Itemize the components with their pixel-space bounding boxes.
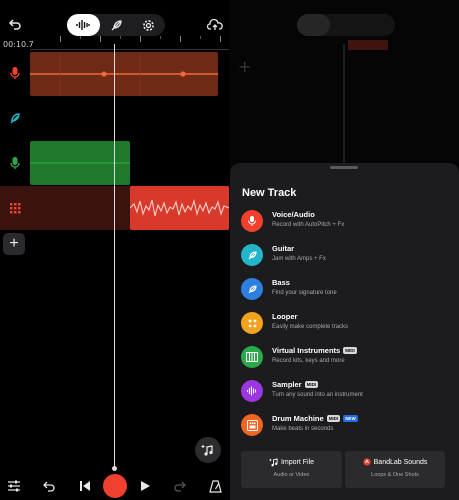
midi-badge: MIDI bbox=[304, 381, 319, 388]
track-option-sampler[interactable]: Sampler MIDI Turn any sound into an instr… bbox=[241, 378, 456, 406]
item-desc: Record kits, keys and more bbox=[272, 358, 345, 364]
guitar-icon[interactable] bbox=[0, 98, 30, 140]
instrument-clip[interactable] bbox=[30, 141, 130, 185]
bandlab-logo-icon bbox=[363, 458, 371, 466]
item-desc: Easily make complete tracks bbox=[272, 324, 349, 330]
item-title: Sampler bbox=[272, 380, 302, 389]
gear-icon bbox=[143, 19, 155, 31]
skip-back-icon[interactable] bbox=[77, 478, 93, 494]
import-file-title: Import File bbox=[280, 459, 315, 466]
item-title: Drum Machine bbox=[272, 414, 324, 423]
sheet-title: New Track bbox=[242, 187, 297, 199]
drum-machine-icon bbox=[241, 414, 263, 436]
looper-icon bbox=[241, 312, 263, 334]
track-option-guitar[interactable]: Guitar Jam with Amps + Fx bbox=[241, 242, 456, 270]
bandlab-sounds-desc: Loops & One Shots bbox=[371, 472, 419, 478]
item-desc: Jam with Amps + Fx bbox=[272, 256, 326, 262]
item-desc: Find your signature tone bbox=[272, 290, 337, 296]
mic-icon[interactable] bbox=[0, 50, 30, 96]
item-desc: Make beats in seconds bbox=[272, 426, 334, 432]
bass-icon bbox=[241, 278, 263, 300]
mic-icon[interactable] bbox=[0, 141, 30, 185]
waveform-tab[interactable] bbox=[67, 14, 100, 36]
voice-clip[interactable] bbox=[30, 52, 218, 96]
record-button[interactable] bbox=[103, 474, 127, 498]
back-icon[interactable] bbox=[6, 15, 24, 33]
bandlab-sounds-button[interactable]: BandLab Sounds Loops & One Shots bbox=[345, 451, 445, 488]
new-track-sheet: New Track Voice/Audio Record with AutoPi… bbox=[230, 163, 459, 500]
add-music-note-button[interactable] bbox=[195, 437, 221, 463]
item-title: Voice/Audio bbox=[272, 210, 315, 219]
item-title: Looper bbox=[272, 312, 298, 321]
drum-audio-clip[interactable] bbox=[130, 186, 229, 230]
item-desc: Turn any sound into an instrument bbox=[272, 392, 363, 398]
sheet-drag-handle[interactable] bbox=[330, 166, 358, 169]
dimmed-editor-background: + bbox=[230, 0, 459, 165]
item-title: Virtual Instruments bbox=[272, 346, 341, 355]
track-editor: 00:10.7 + bbox=[0, 0, 229, 500]
feather-icon bbox=[111, 19, 122, 30]
metronome-icon[interactable] bbox=[207, 478, 223, 494]
item-title: Bass bbox=[272, 278, 290, 287]
mode-switcher bbox=[67, 14, 165, 36]
import-file-desc: Audio or Video bbox=[273, 472, 310, 478]
track-option-bass[interactable]: Bass Find your signature tone bbox=[241, 276, 456, 304]
mixer-icon[interactable] bbox=[6, 478, 22, 494]
playhead[interactable] bbox=[114, 44, 115, 470]
cloud-upload-icon[interactable] bbox=[206, 15, 224, 33]
feather-tab[interactable] bbox=[100, 14, 133, 36]
track-option-drum-machine[interactable]: Drum Machine MIDI NEW Make beats in second… bbox=[241, 412, 456, 440]
undo-icon[interactable] bbox=[41, 478, 57, 494]
settings-tab[interactable] bbox=[132, 14, 165, 36]
drum-machine-icon[interactable] bbox=[0, 186, 30, 230]
track-option-virtual-instruments[interactable]: Virtual Instruments MIDI Record kits, key… bbox=[241, 344, 456, 372]
music-note-plus-icon bbox=[269, 458, 278, 467]
music-note-plus-icon bbox=[201, 445, 213, 456]
keyboard-icon bbox=[241, 346, 263, 368]
sampler-icon bbox=[241, 380, 263, 402]
midi-badge: MIDI bbox=[343, 347, 357, 354]
bandlab-sounds-title: BandLab Sounds bbox=[373, 458, 428, 466]
add-track-button[interactable]: + bbox=[3, 233, 25, 255]
track-option-looper[interactable]: Looper Easily make complete tracks bbox=[241, 310, 456, 338]
midi-badge: MIDI bbox=[326, 415, 341, 422]
svg-text:+: + bbox=[238, 57, 251, 76]
play-icon[interactable] bbox=[137, 478, 153, 494]
new-track-screen: + New Track Voice/Audio Record with Auto… bbox=[230, 0, 459, 500]
guitar-icon bbox=[241, 244, 263, 266]
redo-icon[interactable] bbox=[172, 478, 188, 494]
new-badge: NEW bbox=[343, 415, 358, 422]
track-option-voice[interactable]: Voice/Audio Record with AutoPitch + Fx bbox=[241, 208, 456, 236]
item-desc: Record with AutoPitch + Fx bbox=[272, 222, 345, 228]
item-title: Guitar bbox=[272, 244, 295, 253]
import-file-button[interactable]: Import File Audio or Video bbox=[241, 451, 342, 488]
timeline-ruler[interactable] bbox=[30, 36, 229, 50]
top-toolbar bbox=[0, 0, 229, 38]
mic-icon bbox=[241, 210, 263, 232]
waveform-icon bbox=[76, 20, 91, 30]
